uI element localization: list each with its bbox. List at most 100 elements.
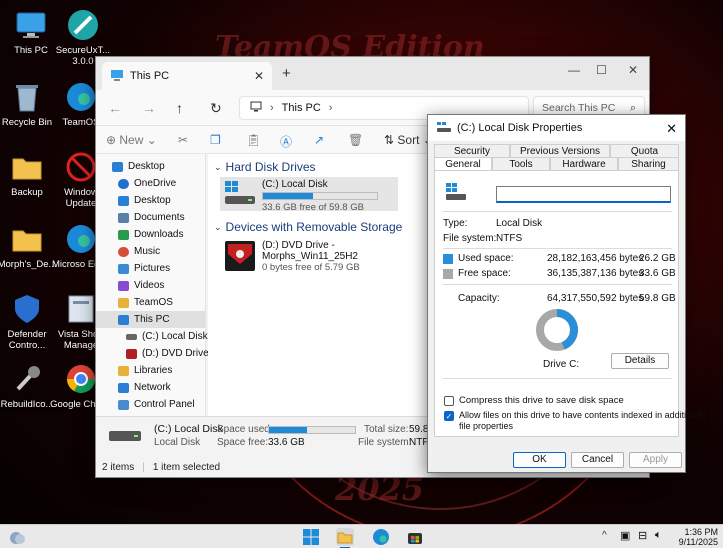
- nav-item-downloads[interactable]: Downloads: [96, 226, 205, 243]
- index-checkbox[interactable]: ✓: [444, 411, 454, 421]
- drive-c-usage-bar: [262, 192, 378, 200]
- edge-taskbar-icon[interactable]: [372, 528, 390, 546]
- compress-checkbox[interactable]: [444, 396, 454, 406]
- store-taskbar-icon[interactable]: [406, 528, 424, 546]
- details-file-system-label: File system:: [358, 437, 412, 448]
- update-blocked-icon: [64, 150, 98, 184]
- drive-c-item[interactable]: (C:) Local Disk 33.6 GB free of 59.8 GB: [220, 177, 398, 213]
- details-space-free-value: 33.6 GB: [268, 437, 305, 448]
- nav-item-network[interactable]: Network: [96, 379, 205, 396]
- navigation-pane: Desktop OneDrive Desktop Documents Downl…: [96, 154, 209, 416]
- nav-item-libraries[interactable]: Libraries: [96, 362, 205, 379]
- tab-bar: This PC ✕ + — ☐ ✕: [96, 57, 649, 90]
- drive-name-input[interactable]: [496, 186, 671, 203]
- maximize-icon[interactable]: ☐: [596, 63, 607, 77]
- tray-chevron-up-icon[interactable]: ^: [602, 530, 607, 541]
- drive-icon: [108, 425, 142, 452]
- dialog-title: (C:) Local Disk Properties: [457, 122, 583, 134]
- tab-sharing[interactable]: Sharing: [618, 157, 679, 171]
- details-name: (C:) Local Disk: [154, 423, 223, 435]
- nav-item-music[interactable]: Music: [96, 243, 205, 260]
- status-item-count: 2 items: [102, 462, 135, 473]
- network-icon[interactable]: ⊟: [638, 529, 647, 542]
- file-explorer-taskbar-icon[interactable]: [336, 528, 354, 546]
- sort-button[interactable]: ⇅ Sort ⌄: [384, 133, 433, 147]
- start-button-windows-icon[interactable]: [302, 528, 320, 546]
- free-space-gb: 33.6 GB: [639, 268, 676, 279]
- close-window-icon[interactable]: ✕: [628, 63, 638, 77]
- capacity-gb: 59.8 GB: [639, 293, 676, 304]
- ok-button[interactable]: OK: [513, 452, 566, 468]
- refresh-icon[interactable]: ↻: [210, 100, 222, 117]
- drive-icon: [436, 121, 452, 136]
- new-button[interactable]: ⊕ New ⌄: [106, 133, 157, 147]
- details-total-size-label: Total size:: [364, 424, 409, 435]
- tab-security[interactable]: Security: [434, 144, 510, 158]
- capacity-label: Capacity:: [458, 293, 500, 304]
- volume-icon[interactable]: 🔈︎: [655, 529, 662, 542]
- tab-previous-versions[interactable]: Previous Versions: [510, 144, 610, 158]
- type-value: Local Disk: [496, 218, 543, 229]
- capacity-bytes: 64,317,550,592 bytes: [547, 293, 644, 304]
- download-icon: [118, 229, 129, 240]
- cancel-button[interactable]: Cancel: [571, 452, 624, 468]
- back-arrow-icon[interactable]: ←: [108, 100, 122, 116]
- network-icon: [118, 382, 129, 393]
- divider: [443, 211, 672, 212]
- group-removable-storage[interactable]: ⌄ Devices with Removable Storage: [214, 220, 402, 234]
- chevron-down-icon: ⌄: [214, 161, 222, 172]
- delete-icon[interactable]: 🗑︎: [348, 133, 363, 147]
- share-icon[interactable]: ↗: [314, 133, 324, 147]
- up-arrow-icon[interactable]: ↑: [176, 100, 183, 116]
- cloud-icon: [118, 178, 129, 189]
- rename-icon[interactable]: Ⓐ: [280, 133, 292, 150]
- breadcrumb-chevron-icon: ›: [270, 102, 274, 114]
- folder-icon: [10, 150, 44, 184]
- nav-item-onedrive[interactable]: OneDrive: [96, 175, 205, 192]
- edge-icon: [64, 222, 98, 256]
- file-system-label: File system:: [443, 233, 497, 244]
- nav-item-pictures[interactable]: Pictures: [96, 260, 205, 277]
- nav-item-c-drive[interactable]: (C:) Local Disk: [96, 328, 208, 345]
- nav-item-control-panel[interactable]: Control Panel: [96, 396, 205, 413]
- paste-icon[interactable]: 📋︎: [246, 133, 261, 147]
- status-divider: |: [142, 462, 145, 473]
- tab-row-bottom: General Tools Hardware Sharing: [434, 157, 679, 171]
- copy-icon[interactable]: ❐: [210, 133, 221, 147]
- tab-tools[interactable]: Tools: [492, 157, 550, 171]
- tray-app-icon[interactable]: ▣: [620, 529, 630, 542]
- tab-quota[interactable]: Quota: [610, 144, 679, 158]
- minimize-icon[interactable]: —: [568, 63, 580, 77]
- cut-icon[interactable]: ✂: [178, 133, 188, 147]
- nav-item-documents[interactable]: Documents: [96, 209, 205, 226]
- nav-item-this-pc[interactable]: This PC: [96, 311, 205, 328]
- tab-this-pc[interactable]: This PC ✕: [102, 62, 272, 90]
- close-tab-icon[interactable]: ✕: [254, 69, 264, 83]
- folder-icon: [118, 297, 129, 308]
- desktop-icon: [112, 161, 123, 172]
- nav-item-desktop[interactable]: Desktop: [96, 192, 205, 209]
- address-text: This PC: [281, 102, 321, 114]
- group-hard-disk-drives[interactable]: ⌄ Hard Disk Drives: [214, 160, 316, 174]
- drive-c-usage-fill: [263, 193, 314, 199]
- weather-icon[interactable]: [8, 528, 26, 546]
- nav-item-desktop-root[interactable]: Desktop: [96, 158, 205, 175]
- general-tab-panel: Type: Local Disk File system: NTFS Used …: [434, 170, 706, 437]
- forward-arrow-icon[interactable]: →: [142, 100, 156, 116]
- nav-item-videos[interactable]: Videos: [96, 277, 205, 294]
- divider: [443, 284, 672, 285]
- apply-button[interactable]: Apply: [629, 452, 682, 468]
- tab-hardware[interactable]: Hardware: [550, 157, 618, 171]
- tab-general[interactable]: General: [434, 157, 492, 171]
- details-button[interactable]: Details: [611, 353, 669, 369]
- tab-title: This PC: [130, 70, 170, 82]
- drive-d-name-line2: Morphs_Win11_25H2: [262, 251, 358, 262]
- nav-item-d-drive[interactable]: (D:) DVD Drive: [96, 345, 209, 362]
- clock[interactable]: 1:36 PM 9/11/2025: [672, 527, 718, 547]
- close-dialog-icon[interactable]: ✕: [666, 121, 677, 137]
- new-tab-button[interactable]: +: [282, 65, 291, 82]
- drive-d-item[interactable]: (D:) DVD Drive - Morphs_Win11_25H2 0 byt…: [222, 238, 402, 276]
- nav-item-teamos[interactable]: TeamOS: [96, 294, 205, 311]
- secureux-icon: [66, 8, 100, 42]
- free-space-bytes: 36,135,387,136 bytes: [547, 268, 644, 279]
